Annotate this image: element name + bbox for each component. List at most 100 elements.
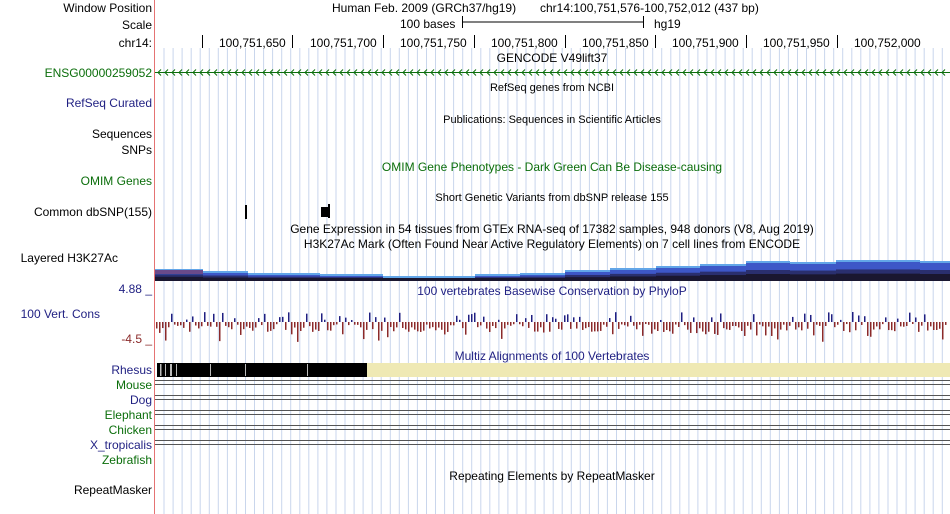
conservation-bar: [411, 322, 413, 328]
h3k27ac-layer: [383, 278, 430, 281]
conservation-bar: [645, 322, 647, 325]
conservation-bar: [168, 322, 170, 328]
conservation-bar: [780, 322, 782, 330]
conservation-bar: [600, 322, 602, 331]
conservation-bar: [279, 317, 281, 322]
rhesus-alignment-divider: [165, 364, 166, 376]
conservation-bar: [489, 322, 491, 332]
snp-feature-2[interactable]: [321, 207, 329, 217]
conservation-bar: [561, 322, 563, 330]
h3k27ac-layer: [700, 275, 746, 281]
h3k27ac-layer: [430, 278, 475, 281]
h3k27ac-layer: [610, 276, 656, 281]
conservation-bar: [495, 322, 497, 329]
conservation-bar: [195, 322, 197, 326]
h3k27ac-layer: [248, 273, 320, 275]
conservation-bar: [846, 322, 848, 325]
ruler-tick-label: 100,751,800: [491, 36, 558, 50]
conservation-bar: [225, 322, 227, 326]
conservation-bar: [831, 314, 833, 322]
conservation-bar: [474, 312, 476, 322]
conservation-bar: [393, 322, 395, 332]
refseq-track-title: RefSeq genes from NCBI: [489, 82, 615, 94]
conservation-bar: [852, 312, 854, 322]
conservation-bar: [381, 322, 383, 331]
conservation-bar: [729, 322, 731, 330]
conservation-bar: [318, 322, 320, 331]
genome-browser-image: Window Position Scale chr14: ENSG0000025…: [0, 0, 950, 514]
gtex-track-title: Gene Expression in 54 tissues from GTEx …: [290, 222, 814, 236]
conservation-bar: [762, 322, 764, 327]
conservation-bar: [687, 322, 689, 330]
conservation-bar: [507, 322, 509, 325]
conservation-bar: [591, 322, 593, 332]
conservation-bar: [348, 322, 350, 326]
conservation-bar: [282, 316, 284, 322]
gencode-track-title: GENCODE V49lift37: [496, 51, 608, 65]
snp-feature-3[interactable]: [328, 204, 330, 218]
h3k27ac-track-title: H3K27Ac Mark (Often Found Near Active Re…: [303, 237, 801, 251]
h3k27ac-layer: [746, 261, 790, 263]
h3k27ac-layer: [430, 276, 475, 278]
conservation-bar: [492, 322, 494, 327]
conservation-bar: [726, 322, 728, 330]
h3k27ac-layer: [565, 270, 610, 272]
conservation-bar: [918, 322, 920, 332]
conservation-bar: [504, 322, 506, 329]
conservation-bar: [663, 322, 665, 332]
conservation-bar: [837, 322, 839, 325]
snp-feature-1[interactable]: [245, 205, 247, 219]
conservation-bar: [513, 322, 515, 325]
h3k27ac-layer: [880, 273, 920, 281]
conservation-bar: [942, 322, 944, 340]
conservation-bar: [312, 322, 314, 332]
conservation-bar: [840, 319, 842, 322]
conservation-bar: [801, 322, 803, 331]
conservation-bar: [207, 322, 209, 326]
conservation-bar: [171, 313, 173, 322]
conservation-bar: [624, 322, 626, 326]
conservation-bar: [375, 317, 377, 322]
conservation-bar: [705, 322, 707, 335]
conservation-bar: [615, 312, 617, 322]
conservation-bar: [291, 322, 293, 335]
conservation-bar: [189, 322, 191, 332]
conservation-bar: [549, 322, 551, 332]
conservation-bar: [750, 322, 752, 330]
conservation-bar: [426, 322, 428, 325]
conservation-bar: [876, 322, 878, 327]
conservation-bar: [786, 322, 788, 331]
conservation-bar: [303, 322, 305, 328]
conservation-bar: [555, 318, 557, 322]
conservation-bar: [216, 322, 218, 327]
conservation-bar: [828, 312, 830, 322]
conservation-bar: [327, 322, 329, 331]
conservation-bar: [378, 322, 380, 341]
gencode-gene-feature[interactable]: [155, 69, 950, 76]
conservation-bar: [807, 322, 809, 329]
conservation-bar: [330, 322, 332, 331]
h3k27ac-layer: [790, 262, 836, 264]
conservation-bar: [441, 322, 443, 330]
conservation-bar: [336, 322, 338, 325]
scale-bar-text: 100 bases: [400, 17, 456, 31]
conservation-bar: [243, 322, 245, 330]
conservation-bar: [630, 315, 632, 322]
conservation-bar: [870, 322, 872, 337]
conservation-bar: [702, 322, 704, 332]
track-data-canvas[interactable]: [0, 0, 950, 514]
conservation-bar: [534, 322, 536, 332]
conservation-bar: [696, 322, 698, 334]
conservation-bar: [396, 322, 398, 328]
conservation-bar: [864, 316, 866, 322]
conservation-bar: [333, 322, 335, 326]
conservation-bar: [366, 322, 368, 330]
multiz-track-title: Multiz Alignments of 100 Vertebrates: [454, 349, 650, 363]
conservation-bar: [537, 322, 539, 332]
conservation-bar: [384, 317, 386, 322]
conservation-bar: [648, 322, 650, 325]
conservation-bar: [372, 322, 374, 330]
conservation-bar: [210, 322, 212, 327]
conservation-bar: [708, 322, 710, 332]
conservation-bar: [717, 322, 719, 335]
